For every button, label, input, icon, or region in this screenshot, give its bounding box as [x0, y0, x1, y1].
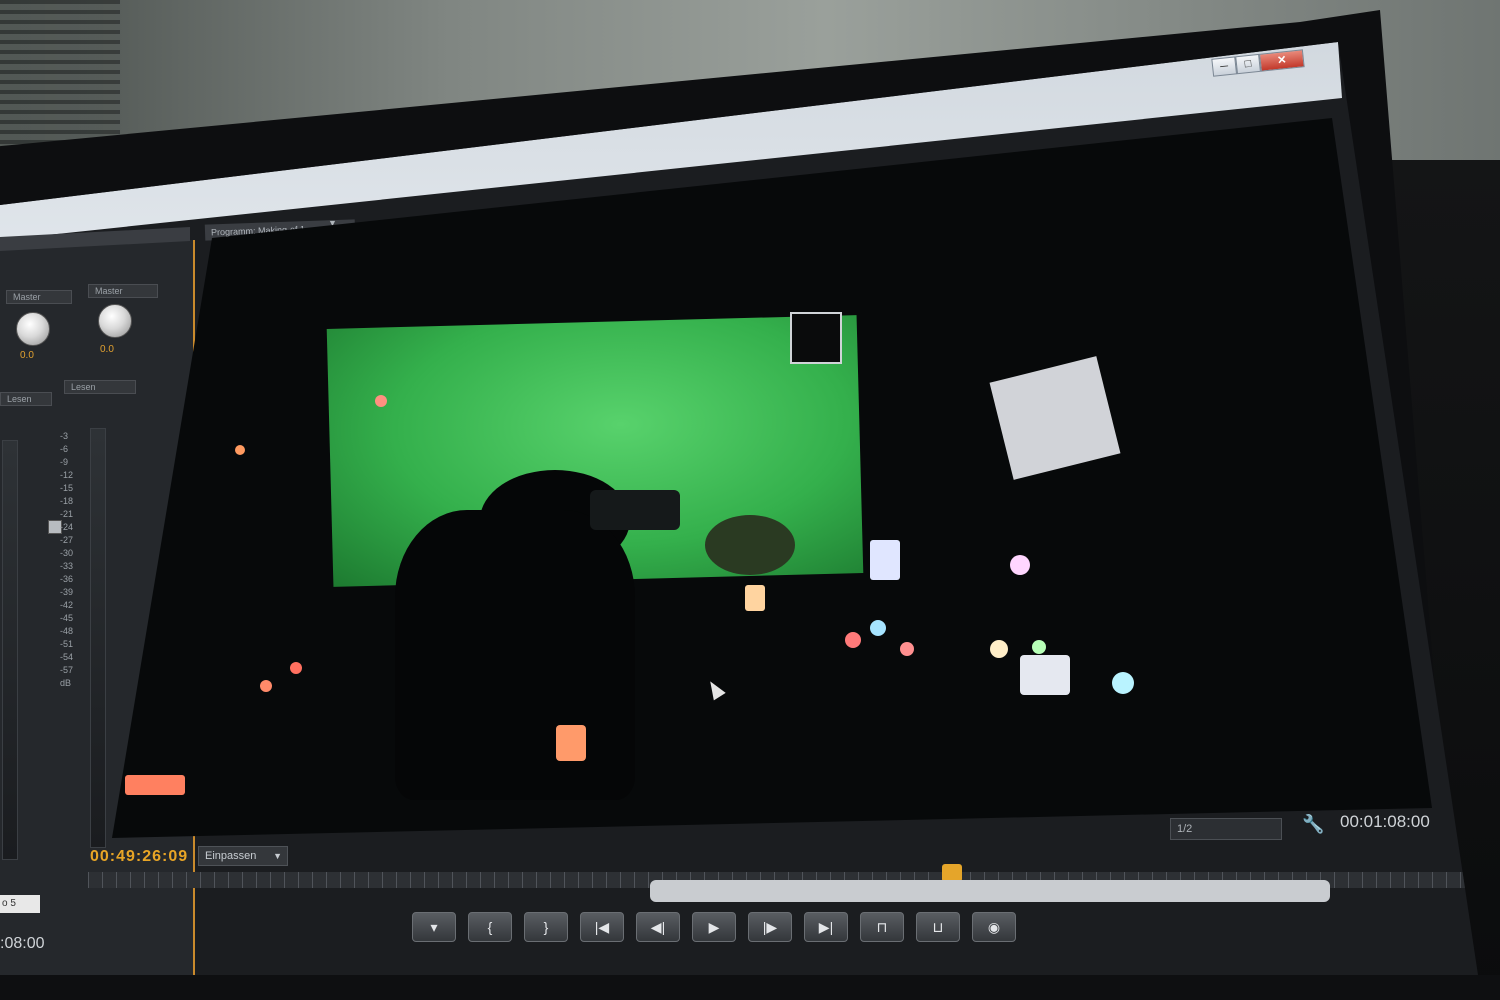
meter-scale: -3 -6 -9 -12 -15 -18 -21 -24 -27 -30 -33 -36 -…: [60, 431, 74, 688]
camera: [590, 490, 680, 530]
automation-dropdown[interactable]: Lesen: [64, 380, 136, 394]
export-frame-button[interactable]: ◉: [972, 912, 1016, 942]
indicator-light: [1010, 555, 1030, 575]
duration-timecode: 00:01:08:00: [1340, 812, 1430, 831]
marker-button[interactable]: ▾: [412, 912, 456, 942]
level-meter: [2, 440, 18, 860]
insert-button[interactable]: ⊓: [860, 912, 904, 942]
transport-controls: ▾ {} |◀ ◀| ▶ |▶ ▶| ⊓ ⊔ ◉: [412, 912, 1016, 942]
chair-back: [395, 510, 635, 800]
mixer-timecode: :08:00: [0, 935, 45, 952]
lit-screen: [989, 356, 1121, 480]
playback-resolution-dropdown[interactable]: 1/2: [1170, 818, 1282, 840]
track-name-field[interactable]: o 5: [0, 895, 40, 913]
mouse-cursor-icon: [704, 677, 726, 701]
step-back-button[interactable]: ◀|: [636, 912, 680, 942]
minimize-button[interactable]: ─: [1211, 56, 1238, 77]
automation-dropdown[interactable]: Lesen: [0, 392, 52, 406]
display-panel: [790, 312, 842, 364]
in-point-button[interactable]: {: [468, 912, 512, 942]
step-forward-button[interactable]: |▶: [748, 912, 792, 942]
person-head: [705, 515, 795, 575]
indicator-light: [260, 680, 272, 692]
play-button[interactable]: ▶: [692, 912, 736, 942]
indicator-light: [870, 620, 886, 636]
indicator-light: [290, 662, 302, 674]
monitor-bezel-bottom: [0, 975, 1500, 1000]
pan-knob[interactable]: [98, 304, 132, 338]
mixer-output-dropdown[interactable]: Master: [6, 290, 72, 304]
current-timecode[interactable]: 00:49:26:09: [90, 848, 188, 866]
go-to-out-button[interactable]: ▶|: [804, 912, 848, 942]
lit-screen: [870, 540, 900, 580]
photo-scene: ─ □ ✕ Master Master 0.0 0.0 Lesen Lesen …: [0, 0, 1500, 1000]
lit-screen: [1020, 655, 1070, 695]
out-point-button[interactable]: }: [524, 912, 568, 942]
zoom-fit-dropdown[interactable]: Einpassen ▼: [198, 846, 288, 866]
indicator-light: [556, 725, 586, 761]
indicator-light: [900, 642, 914, 656]
pan-knob[interactable]: [16, 312, 50, 346]
maximize-button[interactable]: □: [1235, 53, 1261, 75]
pan-value: 0.0: [100, 344, 114, 355]
indicator-light: [990, 640, 1008, 658]
mixer-output-dropdown[interactable]: Master: [88, 284, 158, 298]
zoom-scrollbar[interactable]: [650, 880, 1330, 902]
indicator-light: [125, 775, 185, 795]
go-to-in-button[interactable]: |◀: [580, 912, 624, 942]
indicator-light: [1112, 672, 1134, 694]
indicator-light: [375, 395, 387, 407]
pan-value: 0.0: [20, 350, 34, 361]
window-blinds: [0, 0, 120, 150]
overwrite-button[interactable]: ⊔: [916, 912, 960, 942]
indicator-light: [1032, 640, 1046, 654]
chevron-down-icon: ▼: [273, 851, 282, 861]
indicator-light: [845, 632, 861, 648]
wrench-icon[interactable]: 🔧: [1302, 814, 1328, 838]
indicator-light: [235, 445, 245, 455]
indicator-light: [745, 585, 765, 611]
